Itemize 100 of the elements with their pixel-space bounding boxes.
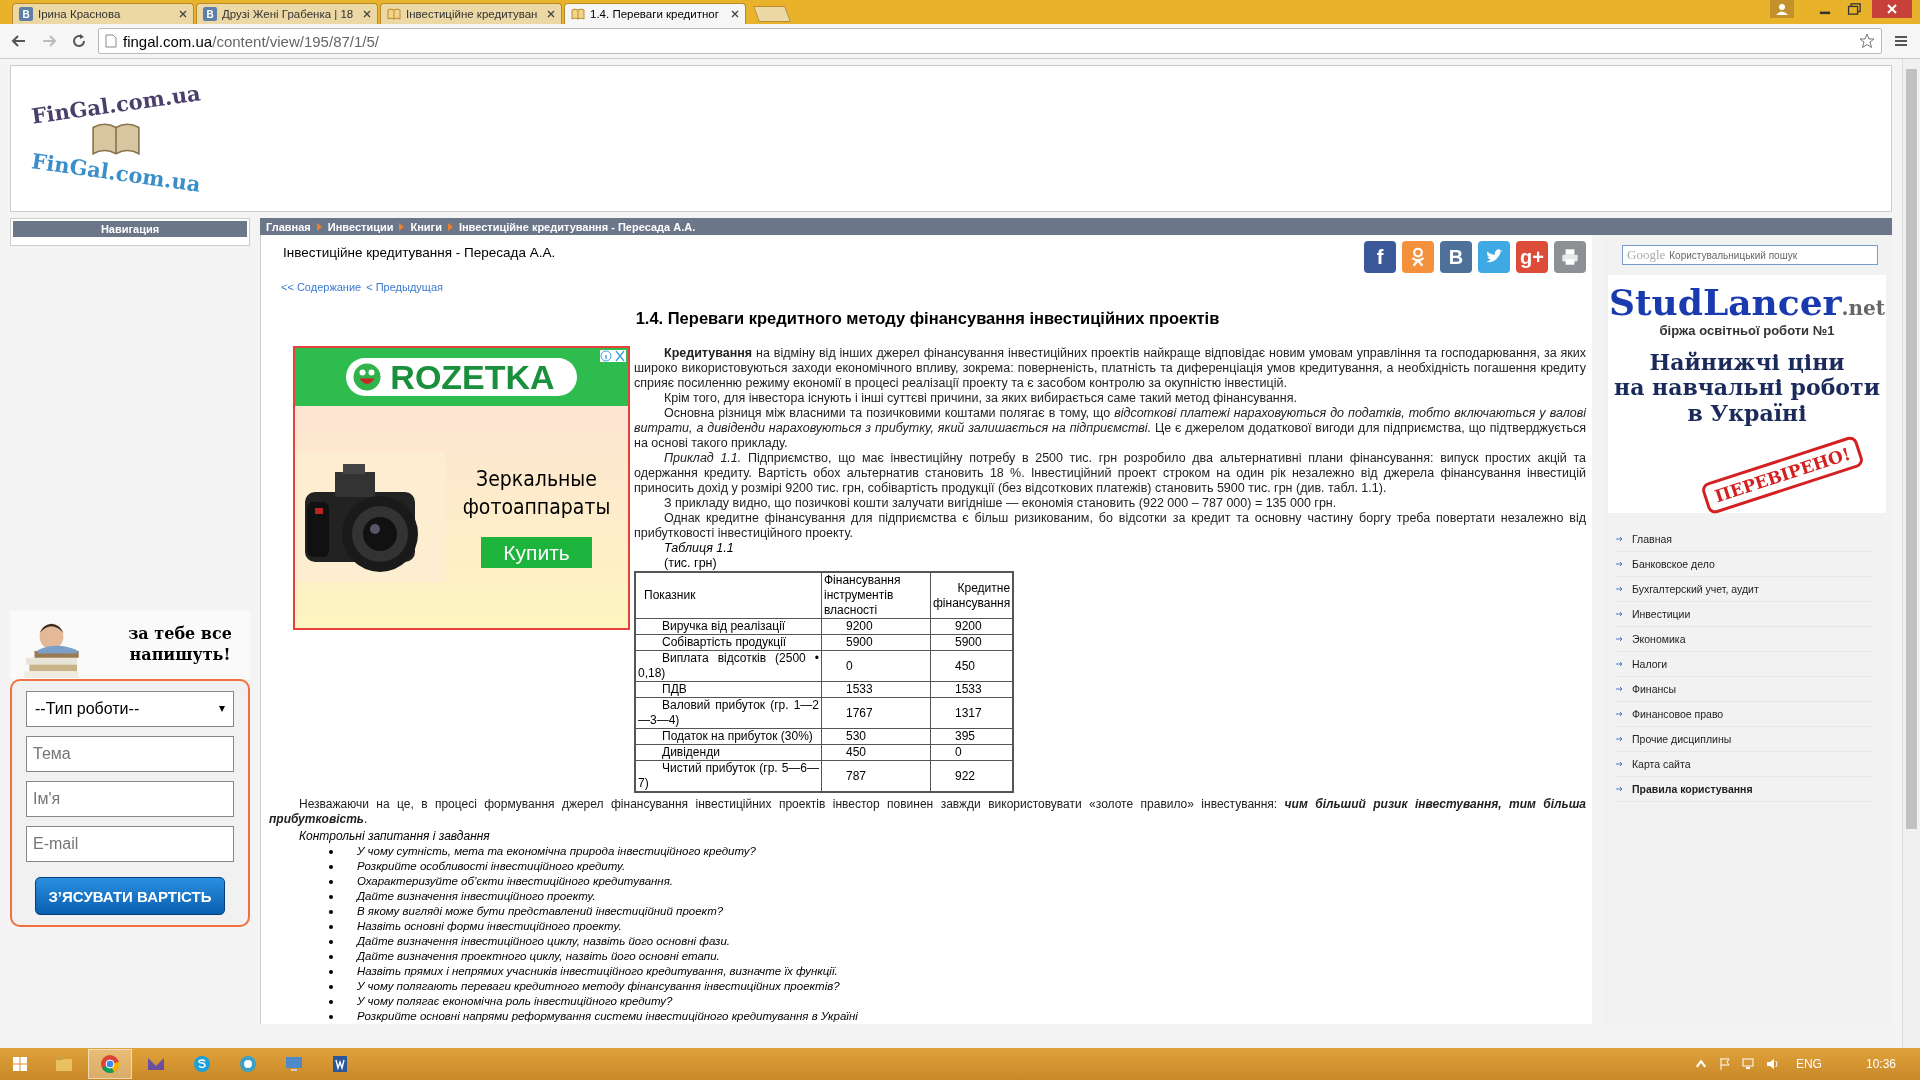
ad-brand: ROZETKA bbox=[346, 358, 577, 396]
taskbar-app[interactable] bbox=[88, 1049, 132, 1079]
close-icon[interactable] bbox=[363, 10, 371, 18]
browser-tab[interactable]: В Друзі Жені Грабенка | 18 bbox=[196, 3, 378, 24]
bullet-icon bbox=[329, 999, 333, 1004]
arrow-icon bbox=[1616, 535, 1624, 543]
share-button[interactable]: g+ bbox=[1516, 241, 1548, 273]
bookmark-star-icon[interactable] bbox=[1859, 33, 1875, 49]
question-item: Дайте визначення інвестиційного проекту. bbox=[357, 889, 596, 904]
book-icon bbox=[387, 7, 401, 21]
bullet-icon bbox=[329, 1014, 333, 1019]
nav-link[interactable]: < Предыдущая bbox=[366, 281, 443, 293]
windows-icon[interactable] bbox=[12, 1056, 28, 1072]
page-icon bbox=[105, 34, 117, 48]
browser-tab[interactable]: 1.4. Переваги кредитног bbox=[564, 3, 746, 24]
close-icon[interactable] bbox=[731, 10, 739, 18]
breadcrumb-link[interactable]: Инвестиции bbox=[327, 220, 394, 233]
ad-headline: в Україні bbox=[1687, 400, 1807, 426]
bullet-icon bbox=[329, 954, 333, 959]
table-cell: 9200 bbox=[930, 618, 1014, 635]
search-field[interactable]: Google Користувальницький пошук bbox=[1622, 245, 1878, 265]
paragraph: Приклад 1.1. Підприємство, що має інвестиційну потребу в 2500 тис. грн розробило два альтернативні плани фінансування: випуск простих акцій та одержання кредиту. Вартість обох альтернатив становить 18 %. Інвестиційний проект строком на один рік незалежно від джерела фінансування інвестицій приносить дохід у розмірі 9200 тис. грн, собівартість продукції (без відсоткових платежів) становить 5900 тис. грн (див. табл. 1.1). bbox=[634, 451, 1586, 496]
input-field[interactable]: Ім'я bbox=[26, 781, 234, 817]
menu-link[interactable]: Финансовое право bbox=[1632, 708, 1724, 720]
menu-link[interactable]: Правила користування bbox=[1632, 783, 1753, 795]
scrollbar[interactable] bbox=[1902, 59, 1920, 1048]
input-field[interactable]: E-mail bbox=[26, 826, 234, 862]
ad-headline: Найнижчі ціни bbox=[1649, 350, 1845, 376]
menu-link[interactable]: Инвестиции bbox=[1632, 608, 1691, 620]
table-cell: Виручка від реалізації bbox=[635, 618, 822, 635]
question-item: У чому полягає економічна роль інвестиційного кредиту? bbox=[357, 994, 673, 1009]
table-cell: Дивіденди bbox=[635, 744, 822, 761]
table-cell: ПДВ bbox=[635, 681, 822, 698]
user-icon[interactable] bbox=[1770, 0, 1794, 18]
favicon-icon: В bbox=[203, 7, 217, 21]
table-cell: 450 bbox=[821, 744, 931, 761]
back-icon[interactable] bbox=[11, 33, 27, 49]
table-cell: 5900 bbox=[821, 634, 931, 651]
volume-icon[interactable] bbox=[1765, 1057, 1780, 1071]
arrow-icon bbox=[1616, 685, 1624, 693]
menu-link[interactable]: Главная bbox=[1632, 533, 1672, 545]
close-icon[interactable] bbox=[179, 10, 187, 18]
bullet-icon bbox=[329, 984, 333, 989]
arrow-icon bbox=[1616, 710, 1624, 718]
input-field[interactable]: Тема bbox=[26, 736, 234, 772]
menu-link[interactable]: Налоги bbox=[1632, 658, 1668, 670]
nav-link[interactable]: << Содержание bbox=[281, 281, 362, 293]
work-type-select[interactable]: --Тип роботи-- bbox=[26, 691, 234, 727]
print-icon bbox=[1559, 246, 1581, 268]
share-button[interactable]: B bbox=[1440, 241, 1472, 273]
questions-title: Контрольні запитання і завдання bbox=[299, 829, 491, 844]
scrollbar-thumb[interactable] bbox=[1906, 69, 1917, 829]
app-icon bbox=[54, 1054, 74, 1074]
menu-link[interactable]: Карта сайта bbox=[1632, 758, 1691, 770]
bullet-icon bbox=[329, 849, 333, 854]
menu-link[interactable]: Финансы bbox=[1632, 683, 1677, 695]
menu-link[interactable]: Экономика bbox=[1632, 633, 1686, 645]
favicon-icon: В bbox=[19, 7, 33, 21]
ad-info-close-icon[interactable] bbox=[600, 350, 626, 362]
paragraph: Однак кредитне фінансування для підприємства є більш ризикованим, бо відсотки за кредит та основну частину боргу треба повертати незалежно від прибутковості інвестиційного проекту. bbox=[634, 511, 1586, 541]
arrow-icon bbox=[1616, 735, 1624, 743]
share-button[interactable] bbox=[1402, 241, 1434, 273]
table-cell: 9200 bbox=[821, 618, 931, 635]
app-icon bbox=[284, 1054, 304, 1074]
promo-headline: за тебе все напишуть! bbox=[127, 624, 233, 666]
browser-tab[interactable]: Інвестиційне кредитуван bbox=[380, 3, 562, 24]
column-header: Показник bbox=[635, 572, 822, 619]
menu-link[interactable]: Бухгалтерский учет, аудит bbox=[1632, 583, 1759, 595]
new-tab-button[interactable] bbox=[753, 6, 791, 22]
smiley-icon bbox=[352, 362, 383, 392]
question-item: Назвіть прямих і непрямих учасників інвестиційного кредитування, визначте їх функції. bbox=[357, 964, 838, 979]
arrow-icon bbox=[1616, 560, 1624, 568]
flag-icon[interactable] bbox=[1717, 1057, 1732, 1071]
menu-icon[interactable] bbox=[1893, 33, 1909, 49]
question-item: Охарактеризуйте об’єкти інвестиційного кредитування. bbox=[357, 874, 674, 889]
question-item: Розкрийте особливості інвестиційного кредиту. bbox=[357, 859, 626, 874]
bullet-icon bbox=[329, 969, 333, 974]
dropdown-arrow-icon bbox=[219, 706, 225, 712]
close-icon[interactable] bbox=[547, 10, 555, 18]
table-cell: 395 bbox=[930, 728, 1014, 745]
menu-link[interactable]: Прочие дисциплины bbox=[1632, 733, 1732, 745]
reload-icon[interactable] bbox=[71, 33, 87, 49]
browser-tab[interactable]: В Ірина Краснова bbox=[12, 3, 194, 24]
ad-logo: StudLancer.net bbox=[1608, 281, 1885, 323]
ad-banner[interactable]: ROZETKA Зеркальные фотоаппараты Купить bbox=[293, 346, 630, 630]
breadcrumb-separator-icon bbox=[447, 222, 453, 231]
breadcrumb-link[interactable]: Книги bbox=[410, 220, 442, 233]
network-icon[interactable] bbox=[1741, 1057, 1756, 1071]
share-button[interactable]: f bbox=[1364, 241, 1396, 273]
address-bar[interactable]: fingal.com.ua/content/view/195/87/1/5/ bbox=[98, 28, 1882, 54]
menu-link[interactable]: Банковское дело bbox=[1632, 558, 1715, 570]
forward-icon[interactable] bbox=[41, 33, 57, 49]
get-price-button[interactable]: З’ЯСУВАТИ ВАРТІСТЬ bbox=[35, 877, 225, 915]
breadcrumb-link[interactable]: Главная bbox=[266, 220, 311, 233]
question-item: Назвіть основні форми інвестиційного проекту. bbox=[357, 919, 622, 934]
breadcrumb-link[interactable]: Інвестиційне кредитування - Пересада А.А. bbox=[458, 220, 696, 233]
breadcrumb-separator-icon bbox=[316, 222, 322, 231]
close-icon[interactable] bbox=[1872, 0, 1912, 18]
share-button[interactable] bbox=[1478, 241, 1510, 273]
share-button[interactable] bbox=[1554, 241, 1586, 273]
